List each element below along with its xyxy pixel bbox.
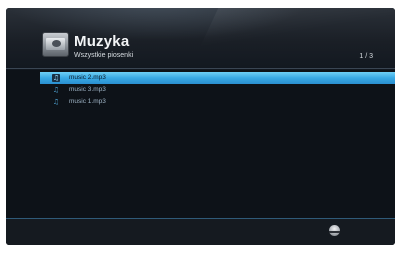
header-divider bbox=[6, 68, 395, 69]
page-title: Muzyka bbox=[74, 33, 130, 50]
music-player-icon bbox=[42, 32, 69, 57]
tv-bezel: Muzyka Wszystkie piosenki 1 / 3 ♫ music … bbox=[0, 0, 401, 253]
music-note-icon: ♫ bbox=[52, 74, 60, 82]
music-note-icon: ♫ bbox=[52, 86, 60, 94]
page-subtitle: Wszystkie piosenki bbox=[74, 52, 134, 59]
list-item[interactable]: ♫ music 1.mp3 bbox=[40, 96, 395, 108]
list-item[interactable]: ♫ music 2.mp3 bbox=[40, 72, 395, 84]
song-list: ♫ music 2.mp3 ♫ music 3.mp3 ♫ music 1.mp… bbox=[6, 72, 395, 108]
screen: Muzyka Wszystkie piosenki 1 / 3 ♫ music … bbox=[6, 8, 395, 245]
disc-button-icon[interactable] bbox=[329, 225, 340, 236]
list-item[interactable]: ♫ music 3.mp3 bbox=[40, 84, 395, 96]
page-counter: 1 / 3 bbox=[359, 53, 373, 60]
song-label: music 1.mp3 bbox=[69, 98, 106, 105]
song-label: music 3.mp3 bbox=[69, 86, 106, 93]
header-sheen bbox=[199, 8, 395, 48]
music-note-icon: ♫ bbox=[52, 98, 60, 106]
song-label: music 2.mp3 bbox=[69, 74, 106, 81]
